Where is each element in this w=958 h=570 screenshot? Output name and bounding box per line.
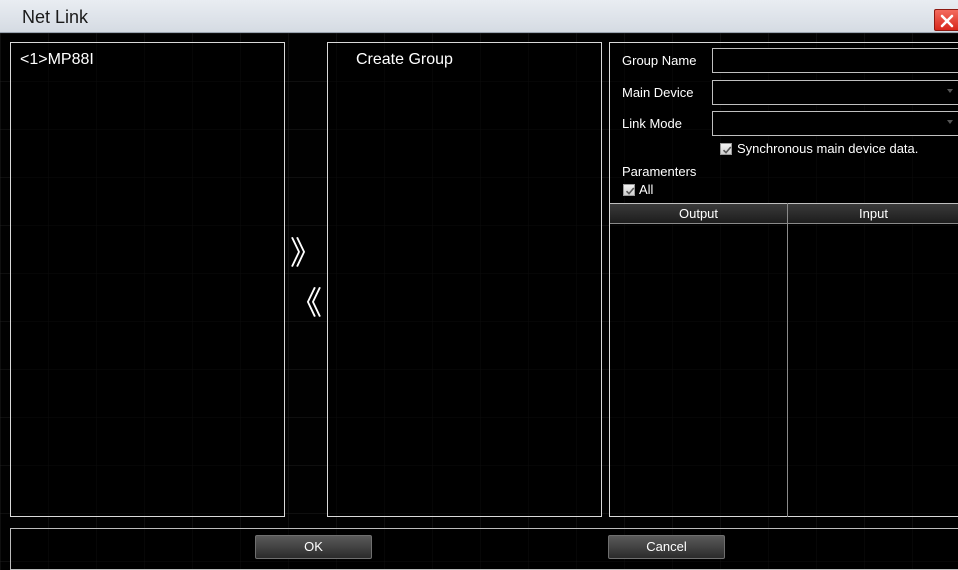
create-group-item[interactable]: Create Group: [356, 51, 453, 69]
remove-from-group-button[interactable]: 《: [290, 287, 322, 319]
device-list-panel: <1>MP88I: [10, 42, 285, 517]
output-column-header[interactable]: Output: [610, 204, 787, 224]
device-list-item[interactable]: <1>MP88I: [20, 51, 94, 69]
group-list-panel: Create Group: [327, 42, 602, 517]
chevron-down-icon: [947, 89, 953, 93]
group-name-label: Group Name: [622, 53, 697, 68]
cancel-button[interactable]: Cancel: [608, 535, 725, 559]
link-mode-label: Link Mode: [622, 116, 682, 131]
checkmark-icon: [625, 187, 635, 195]
window-title: Net Link: [22, 7, 89, 27]
button-bar: OK Cancel: [10, 528, 958, 570]
parameters-label: Paramenters: [622, 164, 697, 179]
add-to-group-button[interactable]: 》: [290, 237, 322, 269]
close-button[interactable]: [934, 9, 958, 31]
dialog-content: <1>MP88I 》 《 Create Group Group Name Mai…: [0, 33, 958, 570]
input-column-header[interactable]: Input: [788, 204, 958, 224]
main-device-label: Main Device: [622, 85, 694, 100]
parameters-table-header: Output Input: [610, 203, 958, 224]
close-icon: [940, 14, 954, 28]
ok-button[interactable]: OK: [255, 535, 372, 559]
group-settings-panel: Group Name Main Device Link Mode Synchro…: [609, 42, 958, 517]
group-name-input[interactable]: [712, 48, 958, 73]
link-mode-select[interactable]: [712, 111, 958, 136]
main-device-select[interactable]: [712, 80, 958, 105]
all-label: All: [639, 182, 654, 197]
chevron-down-icon: [947, 120, 953, 124]
sync-label: Synchronous main device data.: [737, 141, 919, 156]
title-bar: Net Link: [0, 0, 958, 33]
net-link-window: Net Link <1>MP88I 》 《 Create Group Group…: [0, 0, 958, 570]
checkmark-icon: [722, 146, 732, 154]
sync-checkbox[interactable]: [720, 143, 732, 155]
column-divider: [787, 203, 788, 517]
all-parameters-checkbox[interactable]: [623, 184, 635, 196]
